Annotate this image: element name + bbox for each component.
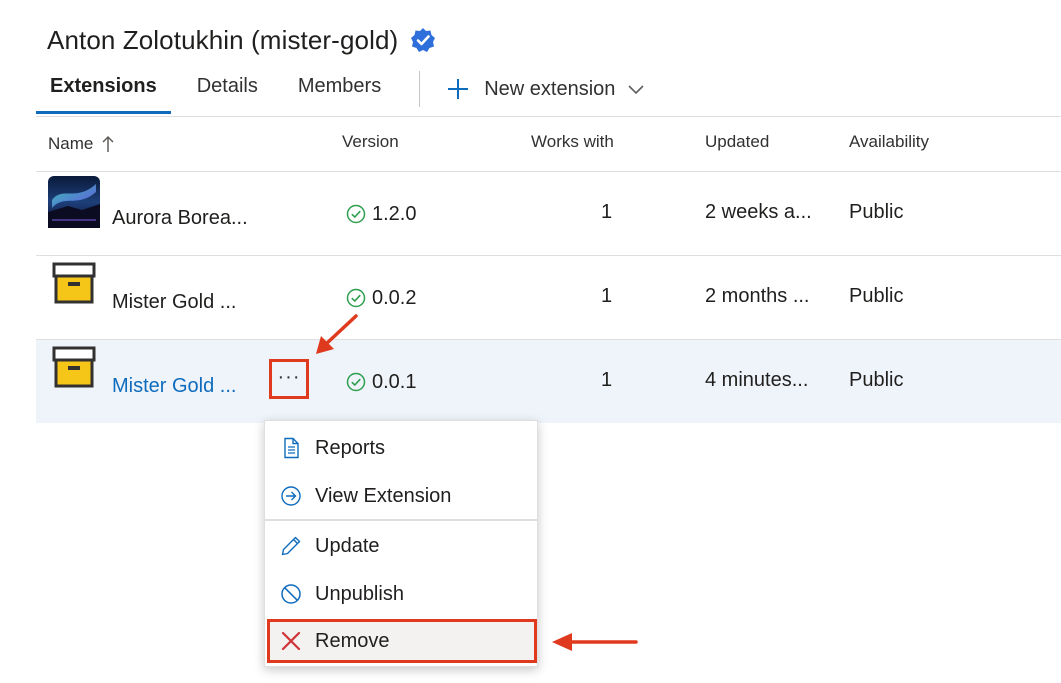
works-with-value: 1 [601, 369, 613, 391]
works-with-value: 1 [601, 285, 613, 307]
annotation-arrow-icon [552, 633, 638, 651]
prohibited-icon [281, 584, 301, 604]
column-header-version[interactable]: Version [342, 117, 399, 171]
check-circle-icon [346, 372, 366, 391]
menu-item-remove[interactable]: Remove [265, 617, 537, 665]
context-menu: Reports View Extension Update Unpublish … [264, 420, 538, 667]
works-with-value: 1 [601, 201, 613, 223]
updated-value: 2 months ... [705, 285, 810, 307]
page-title: Anton Zolotukhin (mister-gold) [47, 24, 399, 55]
tab-details[interactable]: Details [183, 64, 272, 114]
column-header-name[interactable]: Name [48, 117, 115, 171]
column-header-availability[interactable]: Availability [849, 117, 929, 171]
close-x-icon [281, 631, 301, 651]
menu-item-label: Unpublish [315, 582, 404, 605]
aurora-thumbnail [48, 176, 100, 228]
menu-item-reports[interactable]: Reports [265, 424, 537, 472]
availability-value: Public [849, 285, 904, 307]
table-row[interactable]: Mister Gold ... ··· 0.0.1 1 4 minutes...… [36, 340, 1061, 423]
verified-badge-icon [411, 28, 436, 52]
tab-extensions[interactable]: Extensions [36, 64, 171, 114]
column-header-updated[interactable]: Updated [705, 117, 769, 171]
column-label: Name [48, 134, 94, 153]
arrow-circle-icon [281, 486, 301, 506]
annotation-arrow-icon [316, 314, 358, 354]
new-extension-label: New extension [484, 78, 616, 100]
new-extension-button[interactable]: New extension [446, 64, 645, 114]
table-row[interactable]: Mister Gold ... 0.0.2 1 2 months ... Pub… [36, 256, 1061, 340]
check-circle-icon [346, 204, 366, 223]
availability-value: Public [849, 201, 904, 223]
availability-value: Public [849, 369, 904, 391]
menu-item-label: Remove [315, 629, 390, 652]
version-value: 0.0.1 [372, 370, 417, 393]
extension-name[interactable]: Aurora Borea... [112, 178, 248, 261]
version-value: 0.0.2 [372, 286, 417, 309]
chevron-down-icon [628, 85, 644, 95]
plus-icon [448, 79, 469, 99]
extensions-table: Name Version Works with Updated Availabi… [36, 116, 1061, 423]
menu-item-update[interactable]: Update [265, 522, 537, 570]
menu-item-unpublish[interactable]: Unpublish [265, 570, 537, 618]
arrow-up-icon [102, 135, 114, 152]
tab-bar: Extensions Details Members New extension [36, 64, 645, 114]
document-icon [284, 437, 299, 459]
version-cell: 1.2.0 [346, 172, 416, 255]
menu-item-label: View Extension [315, 484, 452, 507]
menu-item-label: Update [315, 534, 380, 557]
more-actions-button[interactable]: ··· [269, 359, 309, 399]
updated-value: 2 weeks a... [705, 201, 812, 223]
tab-divider [419, 71, 421, 107]
menu-divider [265, 519, 537, 521]
page-header: Anton Zolotukhin (mister-gold) [47, 22, 436, 58]
table-header: Name Version Works with Updated Availabi… [36, 116, 1061, 172]
package-box-icon [52, 346, 96, 388]
version-value: 1.2.0 [372, 202, 417, 225]
column-header-works-with[interactable]: Works with [531, 117, 614, 171]
pencil-icon [281, 536, 301, 556]
menu-item-view-extension[interactable]: View Extension [265, 472, 537, 520]
extension-name[interactable]: Mister Gold ... [112, 262, 236, 345]
table-row[interactable]: Aurora Borea... 1.2.0 1 2 weeks a... Pub… [36, 172, 1061, 256]
updated-value: 4 minutes... [705, 369, 809, 391]
check-circle-icon [346, 288, 366, 307]
extension-name-link[interactable]: Mister Gold ... [112, 346, 236, 429]
menu-item-label: Reports [315, 436, 386, 459]
tab-members[interactable]: Members [284, 64, 395, 114]
package-box-icon [52, 262, 96, 304]
